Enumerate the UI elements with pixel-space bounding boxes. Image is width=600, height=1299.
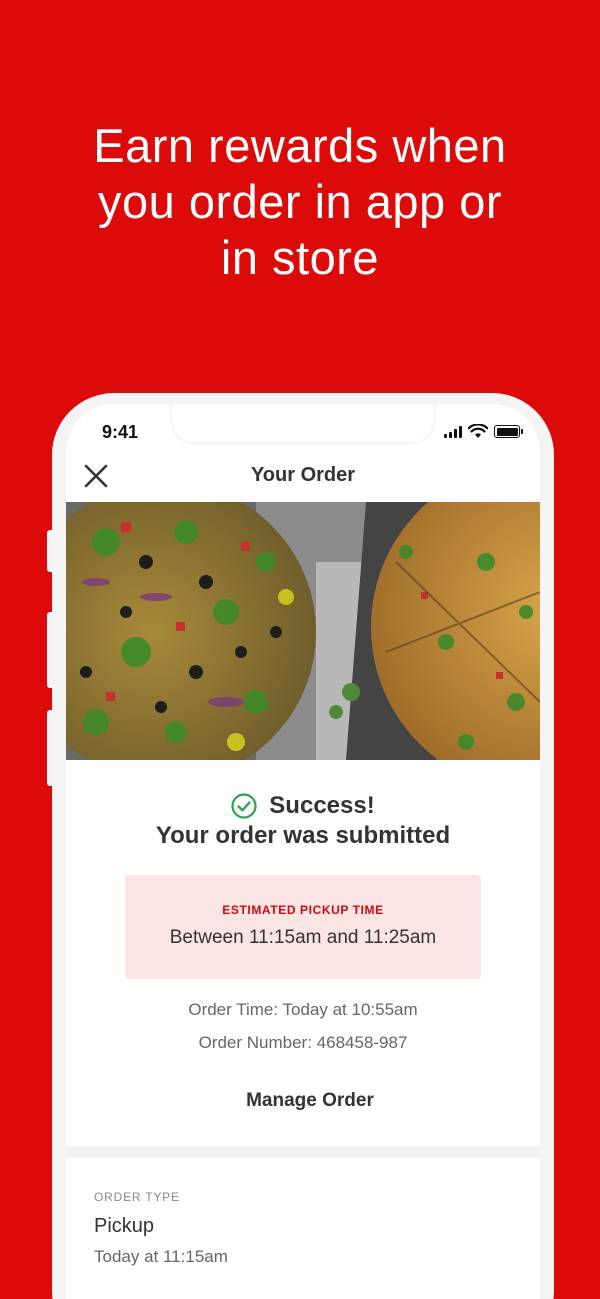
section-divider — [66, 1146, 540, 1158]
order-number: Order Number: 468458-987 — [198, 1033, 408, 1052]
manage-order-button[interactable]: Manage Order — [216, 1086, 404, 1116]
promo-headline: Earn rewards when you order in app or in… — [93, 119, 507, 284]
status-icons — [444, 424, 523, 439]
order-type-value: Pickup — [94, 1215, 155, 1237]
success-row: Success! — [66, 792, 540, 820]
check-circle-icon — [231, 793, 257, 819]
phone-volume-down — [47, 710, 54, 786]
success-heading: Success! — [269, 792, 375, 819]
wifi-icon — [468, 424, 488, 438]
pizza-hero-image — [66, 502, 540, 760]
cellular-signal-icon — [444, 425, 462, 438]
status-time: 9:41 — [102, 422, 139, 442]
pickup-time-label: ESTIMATED PICKUP TIME — [222, 903, 384, 917]
page-title: Your Order — [250, 464, 356, 486]
phone-volume-up — [47, 612, 54, 688]
order-type-label: ORDER TYPE — [94, 1190, 180, 1204]
nav-bar: Your Order — [66, 452, 540, 502]
order-time: Order Time: Today at 10:55am — [188, 1000, 418, 1019]
battery-icon — [494, 425, 523, 438]
phone-mute-switch — [47, 530, 54, 572]
submitted-message: Your order was submitted — [155, 822, 451, 849]
pickup-time-card: ESTIMATED PICKUP TIME Between 11:15am an… — [125, 875, 481, 979]
order-type-time: Today at 11:15am — [94, 1247, 228, 1266]
pickup-time-window: Between 11:15am and 11:25am — [169, 927, 437, 948]
phone-screen: 9:41 Your Order Success! Your order was … — [66, 404, 540, 1299]
